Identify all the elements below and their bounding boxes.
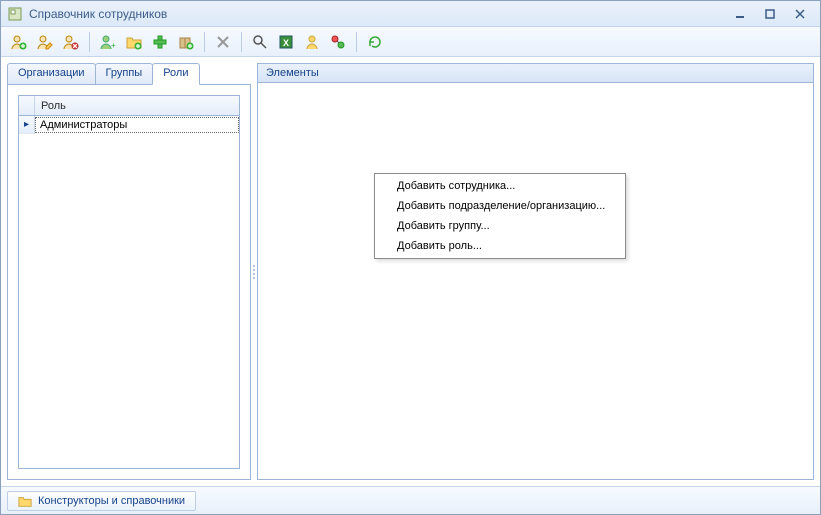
search-button[interactable] [248,30,272,54]
menu-item-add-employee[interactable]: Добавить сотрудника... [377,176,623,196]
minimize-button[interactable] [730,6,750,22]
excel-export-button[interactable]: X [274,30,298,54]
grid-row[interactable]: ▸ Администраторы [19,116,239,134]
user-add-button[interactable] [7,30,31,54]
right-pane: Элементы Добавить сотрудника... Добавить… [257,63,814,480]
context-menu: Добавить сотрудника... Добавить подразде… [374,173,626,259]
toolbar: + X [1,27,820,57]
svg-text:+: + [111,41,116,50]
grid-header: Роль [19,96,239,116]
toolbar-separator [204,32,205,52]
app-icon [7,6,23,22]
main-area: Организации Группы Роли Роль ▸ Администр… [1,57,820,486]
add-button[interactable] [148,30,172,54]
package-add-button[interactable] [174,30,198,54]
status-button-label: Конструкторы и справочники [38,495,185,507]
menu-item-add-department[interactable]: Добавить подразделение/организацию... [377,196,623,216]
menu-item-add-group[interactable]: Добавить группу... [377,216,623,236]
status-button[interactable] [300,30,324,54]
svg-text:X: X [283,38,289,48]
close-button[interactable] [790,6,810,22]
left-pane: Организации Группы Роли Роль ▸ Администр… [7,63,251,480]
statusbar: Конструкторы и справочники [1,486,820,514]
elements-panel-header: Элементы [257,63,814,83]
maximize-button[interactable] [760,6,780,22]
user-delete-button[interactable] [59,30,83,54]
window-title: Справочник сотрудников [29,7,730,21]
toggle-button[interactable] [326,30,350,54]
refresh-button[interactable] [363,30,387,54]
roles-grid: Роль ▸ Администраторы [18,95,240,469]
main-window: Справочник сотрудников + X [0,0,821,515]
column-header-role[interactable]: Роль [35,100,66,112]
toolbar-separator [356,32,357,52]
row-indicator-icon: ▸ [19,116,35,134]
user-edit-button[interactable] [33,30,57,54]
constructors-references-button[interactable]: Конструкторы и справочники [7,491,196,511]
tab-organizations[interactable]: Организации [7,63,96,85]
row-indicator-header [19,96,35,115]
delete-button[interactable] [211,30,235,54]
elements-panel-body: Добавить сотрудника... Добавить подразде… [257,83,814,480]
toolbar-separator [89,32,90,52]
tab-roles[interactable]: Роли [152,63,199,85]
person-green-add-button[interactable]: + [96,30,120,54]
folder-icon [18,494,32,508]
toolbar-separator [241,32,242,52]
tab-groups[interactable]: Группы [95,63,154,85]
roles-panel: Роль ▸ Администраторы [7,84,251,480]
titlebar: Справочник сотрудников [1,1,820,27]
folder-add-button[interactable] [122,30,146,54]
row-cell-role: Администраторы [35,117,239,133]
tabs: Организации Группы Роли [7,63,251,85]
menu-item-add-role[interactable]: Добавить роль... [377,236,623,256]
window-controls [730,6,814,22]
